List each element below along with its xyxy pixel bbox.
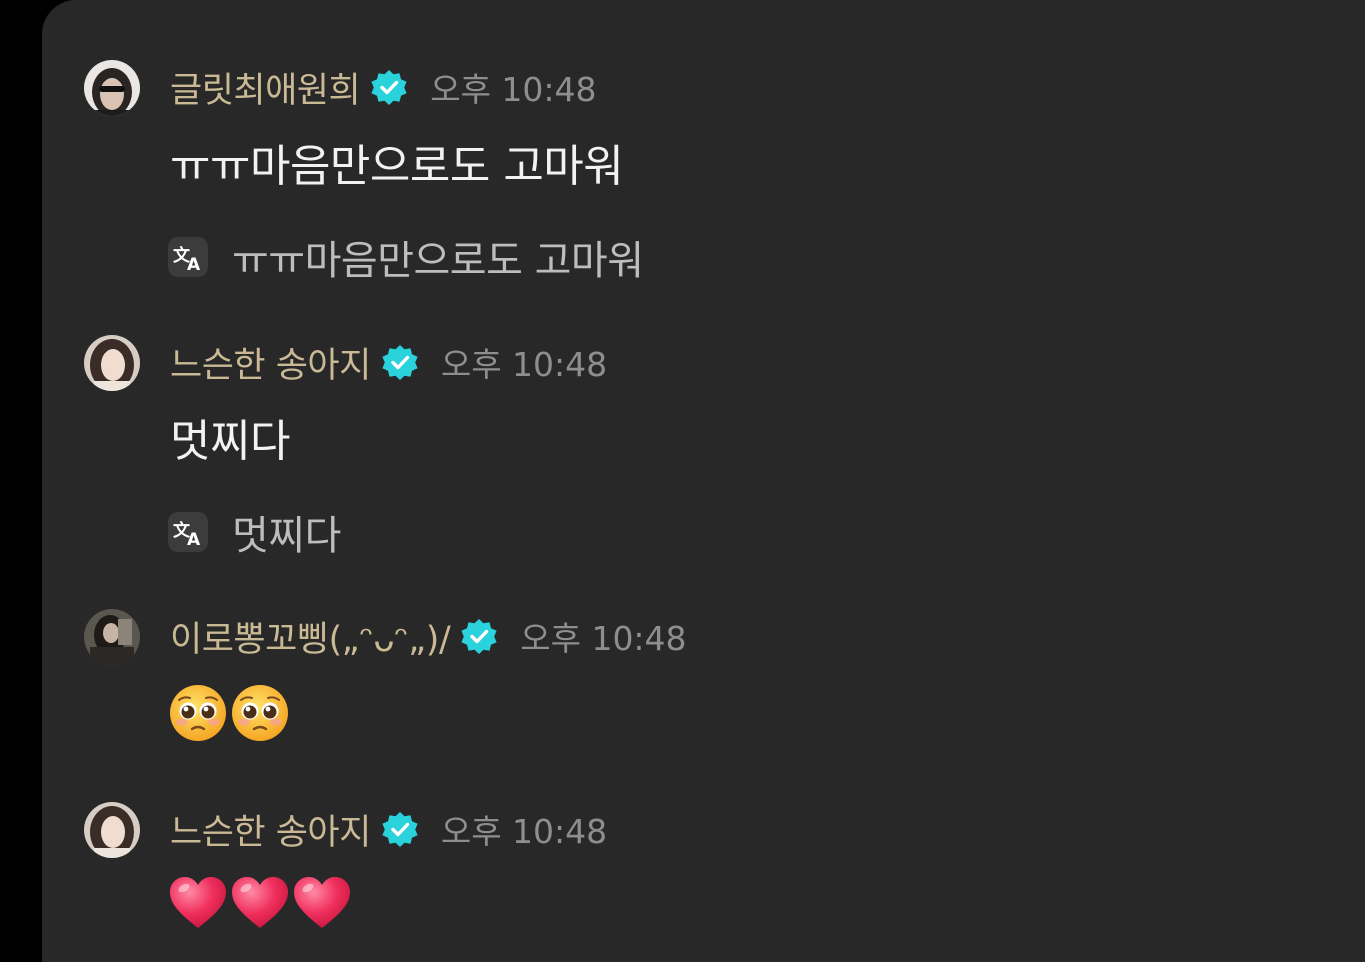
verified-badge-icon [381, 810, 419, 848]
emoji-message [168, 683, 290, 743]
verified-badge-icon [460, 617, 498, 655]
username[interactable]: 이로뽕꼬삥(„ᵔᴗᵔ„)/ [170, 611, 451, 662]
message-header: 이로뽕꼬삥(„ᵔᴗᵔ„)/ 오후 10:48 [170, 611, 687, 661]
translate-icon[interactable]: 文 A [168, 237, 208, 277]
username[interactable]: 글릿최애원희 [170, 62, 361, 113]
chat-panel: 글릿최애원희 오후 10:48 ㅠㅠ마음만으로도 고마워 文 A ㅠㅠ마음만으로… [42, 0, 1365, 962]
red-heart-icon [292, 874, 352, 934]
svg-text:A: A [187, 530, 201, 550]
pleading-face-icon [168, 683, 228, 743]
red-heart-icon [230, 874, 290, 934]
timestamp: 오후 10:48 [430, 70, 597, 109]
username[interactable]: 느슨한 송아지 [170, 337, 371, 388]
emoji-message [168, 874, 352, 934]
timestamp: 오후 10:48 [520, 619, 687, 658]
message-header: 느슨한 송아지 오후 10:48 [170, 804, 607, 854]
user-avatar[interactable] [84, 609, 140, 665]
message-header: 글릿최애원희 오후 10:48 [170, 62, 597, 112]
translate-icon[interactable]: 文 A [168, 512, 208, 552]
message-text: ㅠㅠ마음만으로도 고마워 [170, 141, 624, 192]
message-text: 멋찌다 [170, 416, 290, 467]
svg-text:A: A [187, 255, 201, 275]
translated-text: 멋찌다 [232, 513, 341, 559]
user-avatar[interactable] [84, 335, 140, 391]
timestamp: 오후 10:48 [440, 345, 608, 384]
message-header: 느슨한 송아지 오후 10:48 [170, 337, 607, 387]
verified-badge-icon [370, 68, 408, 106]
translated-text: ㅠㅠ마음만으로도 고마워 [232, 238, 644, 284]
pleading-face-icon [230, 683, 290, 743]
red-heart-icon [168, 874, 228, 934]
username[interactable]: 느슨한 송아지 [170, 804, 371, 855]
user-avatar[interactable] [84, 60, 140, 116]
user-avatar[interactable] [84, 802, 140, 858]
translation-row: 文 A ㅠㅠ마음만으로도 고마워 [168, 228, 644, 286]
verified-badge-icon [381, 343, 419, 381]
translation-row: 文 A 멋찌다 [168, 503, 341, 561]
timestamp: 오후 10:48 [440, 812, 608, 851]
